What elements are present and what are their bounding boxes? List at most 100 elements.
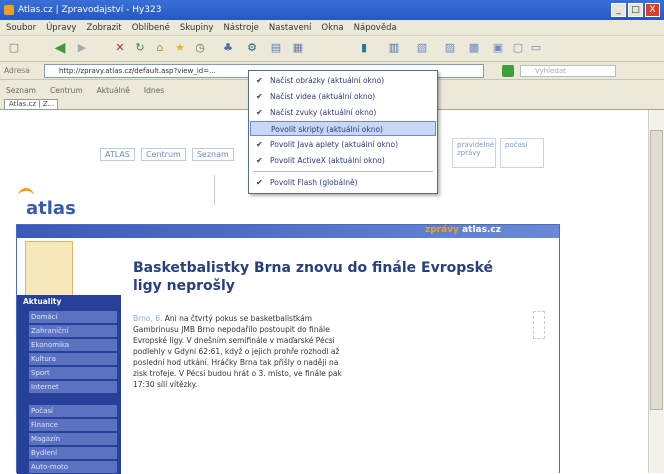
address-label: Adresa xyxy=(4,66,30,75)
menu-edit[interactable]: Úpravy xyxy=(46,23,76,33)
window-list-icon[interactable]: ▩ xyxy=(466,40,482,56)
dropdown-item-java[interactable]: ✔ Povolit Java aplety (aktuální okno) xyxy=(250,137,436,152)
dropdown-item-sounds[interactable]: ✔ Načíst zvuky (aktuální okno) xyxy=(250,105,436,120)
article-headline[interactable]: Basketbalistky Brna znovu do finále Evro… xyxy=(133,259,513,295)
menu-favorites[interactable]: Oblíbené xyxy=(132,23,170,33)
side-nav-item[interactable]: Kultura xyxy=(29,353,117,365)
check-icon: ✔ xyxy=(256,76,263,85)
dropdown-item-label: Povolit skripty (aktuální okno) xyxy=(271,125,383,134)
dropdown-item-label: Povolit Java aplety (aktuální okno) xyxy=(270,140,399,149)
side-nav-title: Aktuality xyxy=(23,297,62,306)
topnav-atlas[interactable]: ATLAS xyxy=(100,148,135,161)
link-regular-news[interactable]: pravidelné zprávy xyxy=(452,138,496,168)
title-bar: Atlas.cz | Zpravodajství - Hy323 xyxy=(0,0,664,20)
menu-settings[interactable]: Nastavení xyxy=(269,23,312,33)
news-illustration xyxy=(25,241,73,297)
stop-icon[interactable]: ✕ xyxy=(112,40,128,56)
topnav-centrum[interactable]: Centrum xyxy=(140,148,186,161)
main-toolbar: ▢ ◀ ▶ ✕ ↻ ⌂ ★ ◷ ♣ ⚙ ▤ ▦ ▮ ▥ ▧ ▨ ▩ ▣ ▢ ▭ xyxy=(0,36,664,62)
side-nav-item[interactable]: Bydlení xyxy=(29,447,117,459)
document-tab[interactable]: Atlas.cz | Z... xyxy=(4,99,58,110)
layout-icon[interactable]: ▮ xyxy=(356,40,372,56)
scrollbar-thumb[interactable] xyxy=(650,130,663,410)
bookmark-item[interactable]: Seznam xyxy=(6,86,36,95)
section-logo-prefix: zprávy xyxy=(425,225,459,235)
search-input[interactable]: Vyhledat xyxy=(520,65,616,77)
windows-icon[interactable]: ▣ xyxy=(490,40,506,56)
menu-bar: Soubor Úpravy Zobrazit Oblíbené Skupiny … xyxy=(0,20,664,36)
side-nav-item[interactable]: Počasí xyxy=(29,405,117,417)
side-nav-item[interactable]: Magazín xyxy=(29,433,117,445)
window-controls: _ □ X xyxy=(611,3,660,17)
site-top-nav: ATLAS Centrum Seznam xyxy=(100,148,234,161)
view-icon[interactable]: ▤ xyxy=(268,40,284,56)
text-size-icon[interactable]: ▦ xyxy=(290,40,306,56)
dropdown-item-label: Načíst obrázky (aktuální okno) xyxy=(270,76,385,85)
check-icon: ✔ xyxy=(256,140,263,149)
forward-icon[interactable]: ▶ xyxy=(74,40,90,56)
side-nav-item[interactable]: Ekonomika xyxy=(29,339,117,351)
bookmark-item[interactable]: Aktuálně xyxy=(97,86,130,95)
divider xyxy=(214,175,215,205)
favorites-icon[interactable]: ★ xyxy=(172,40,188,56)
app-icon xyxy=(4,5,14,15)
home-icon[interactable]: ⌂ xyxy=(152,40,168,56)
article-meta: Brno, 6. xyxy=(133,314,163,323)
menu-tools[interactable]: Nástroje xyxy=(223,23,258,33)
side-nav-item[interactable]: Auto-moto xyxy=(29,461,117,473)
dropdown-item-video[interactable]: ✔ Načíst videa (aktuální okno) xyxy=(250,89,436,104)
close-button[interactable]: X xyxy=(645,3,660,17)
content-settings-dropdown: ✔ Načíst obrázky (aktuální okno) ✔ Načíst … xyxy=(248,70,438,194)
panel-icon[interactable]: ▭ xyxy=(528,40,544,56)
close-all-icon[interactable]: ▢ xyxy=(510,40,526,56)
media-icon[interactable]: ♣ xyxy=(220,40,236,56)
dropdown-item-flash[interactable]: ✔ Povolit Flash (globálně) xyxy=(250,175,436,190)
tile-vertical-icon[interactable]: ▨ xyxy=(442,40,458,56)
article-text: Ani na čtvrtý pokus se basketbalistkám G… xyxy=(133,314,342,389)
menu-help[interactable]: Nápověda xyxy=(354,23,397,33)
dropdown-separator xyxy=(253,171,433,172)
check-icon: ✔ xyxy=(256,92,263,101)
dropdown-item-label: Povolit ActiveX (aktuální okno) xyxy=(270,156,385,165)
check-icon: ✔ xyxy=(256,156,263,165)
ad-placeholder xyxy=(533,311,545,339)
tile-icon[interactable]: ▥ xyxy=(386,40,402,56)
back-icon[interactable]: ◀ xyxy=(52,40,68,56)
dropdown-item-label: Načíst zvuky (aktuální okno) xyxy=(270,108,377,117)
go-icon[interactable] xyxy=(502,65,514,77)
menu-view[interactable]: Zobrazit xyxy=(86,23,121,33)
section-logo-suffix: atlas.cz xyxy=(462,225,501,235)
window-title: Atlas.cz | Zpravodajství - Hy323 xyxy=(18,5,162,15)
bookmark-item[interactable]: Centrum xyxy=(50,86,83,95)
section-logo: zprávy atlas.cz xyxy=(425,225,501,235)
dropdown-item-images[interactable]: ✔ Načíst obrázky (aktuální okno) xyxy=(250,73,436,88)
dropdown-item-activex[interactable]: ✔ Povolit ActiveX (aktuální okno) xyxy=(250,153,436,168)
history-icon[interactable]: ◷ xyxy=(192,40,208,56)
side-nav-item[interactable]: Zahraniční xyxy=(29,325,117,337)
dropdown-item-scripts[interactable]: Povolit skripty (aktuální okno) xyxy=(250,121,436,136)
maximize-button[interactable]: □ xyxy=(628,3,643,17)
menu-file[interactable]: Soubor xyxy=(6,23,36,33)
content-settings-icon[interactable]: ⚙ xyxy=(244,40,260,56)
link-weather[interactable]: počasí xyxy=(500,138,544,168)
side-nav: Aktuality Domácí Zahraniční Ekonomika Ku… xyxy=(17,295,121,474)
new-page-icon[interactable]: ▢ xyxy=(6,40,22,56)
refresh-icon[interactable]: ↻ xyxy=(132,40,148,56)
bookmark-item[interactable]: Idnes xyxy=(144,86,164,95)
check-icon: ✔ xyxy=(256,108,263,117)
vertical-scrollbar[interactable] xyxy=(648,110,664,473)
side-nav-item[interactable]: Finance xyxy=(29,419,117,431)
menu-windows[interactable]: Okna xyxy=(321,23,343,33)
site-logo[interactable]: atlas xyxy=(26,198,76,219)
minimize-button[interactable]: _ xyxy=(611,3,626,17)
side-nav-item[interactable]: Internet xyxy=(29,381,117,393)
article-body: Brno, 6. Ani na čtvrtý pokus se basketba… xyxy=(133,313,353,390)
news-frame: zprávy atlas.cz Aktuality Domácí Zahrani… xyxy=(16,224,560,474)
cascade-icon[interactable]: ▧ xyxy=(414,40,430,56)
menu-groups[interactable]: Skupiny xyxy=(180,23,214,33)
dropdown-item-label: Povolit Flash (globálně) xyxy=(270,178,358,187)
dropdown-item-label: Načíst videa (aktuální okno) xyxy=(270,92,376,101)
topnav-seznam[interactable]: Seznam xyxy=(191,148,234,161)
side-nav-item[interactable]: Domácí xyxy=(29,311,117,323)
side-nav-item[interactable]: Sport xyxy=(29,367,117,379)
